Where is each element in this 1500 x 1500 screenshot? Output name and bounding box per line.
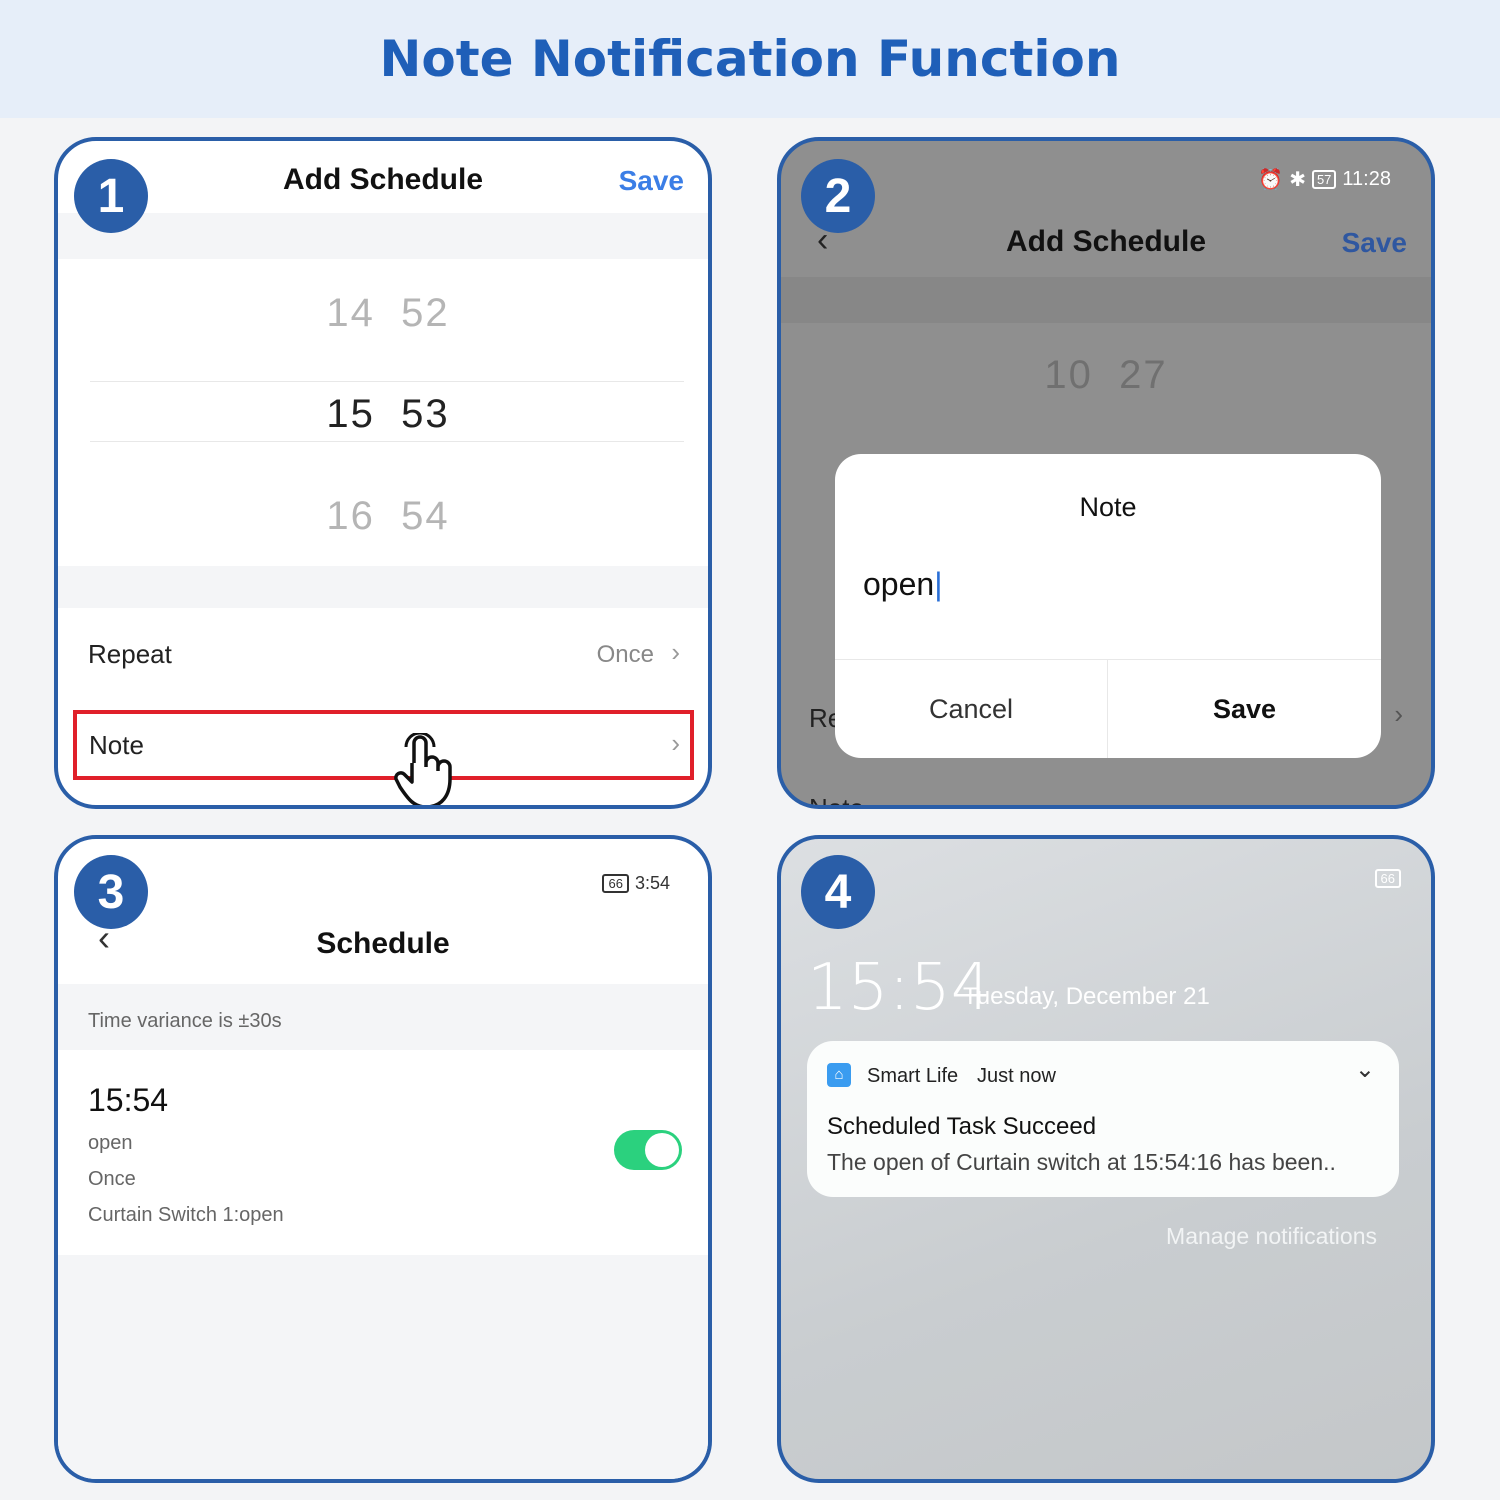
notification-title: Scheduled Task Succeed (827, 1113, 1097, 1140)
schedule-repeat: Once (88, 1168, 136, 1190)
repeat-value: Once (596, 641, 654, 668)
hour: 14 (326, 291, 375, 335)
input-value: open (863, 566, 935, 602)
note-label: Note (89, 730, 144, 760)
chevron-right-icon: › (1394, 699, 1403, 729)
picker-row[interactable]: 10 27 (781, 353, 1431, 398)
battery-icon: 57 (1311, 170, 1337, 189)
schedule-item[interactable]: 15:54 open Once Curtain Switch 1:open (58, 1050, 708, 1255)
battery-icon: 66 (602, 874, 629, 893)
divider (90, 441, 684, 442)
step-badge: 2 (801, 159, 875, 233)
step3-panel: 3 66 3:54 ‹ Schedule Time variance is ±3… (54, 835, 712, 1483)
divider-band (58, 566, 708, 608)
step2-panel: 2 ⏰ ✱ 57 11:28 ‹ Add Schedule Save 10 27 … (777, 137, 1435, 809)
minute: 53 (401, 392, 450, 436)
lock-date: Tuesday, December 21 (963, 983, 1210, 1010)
variance-text: Time variance is ±30s (88, 1010, 282, 1032)
save-button[interactable]: Save (1342, 227, 1407, 259)
repeat-row[interactable]: Repeat Once › (58, 621, 708, 691)
notification-body: The open of Curtain switch at 15:54:16 h… (827, 1149, 1336, 1175)
divider-band (58, 213, 708, 259)
banner: Note Notification Function (0, 0, 1500, 118)
step1-panel: 1 Add Schedule Save 14 52 15 53 16 54 Re… (54, 137, 712, 809)
notification-card[interactable]: ⌂ Smart Life Just now ⌄ Scheduled Task S… (807, 1041, 1399, 1197)
status-time: 11:28 (1342, 168, 1391, 190)
divider (835, 659, 1381, 660)
cancel-button[interactable]: Cancel (835, 694, 1107, 725)
app-name: Smart Life (867, 1065, 959, 1087)
dialog-save-button[interactable]: Save (1108, 694, 1381, 725)
toggle-knob (645, 1133, 679, 1167)
status-bar: 66 3:54 (602, 873, 670, 894)
battery-icon: 66 (1374, 869, 1401, 888)
minute: 52 (401, 291, 450, 335)
hand-pointer-icon (394, 733, 452, 805)
dialog-title: Note (1079, 492, 1137, 522)
schedule-note: open (88, 1132, 133, 1154)
alarm-icon: ⏰ (1258, 169, 1284, 191)
info-band: Time variance is ±30s (58, 984, 708, 1050)
chevron-right-icon: › (671, 728, 680, 758)
note-input[interactable]: open| (863, 566, 943, 603)
schedule-time: 15:54 (88, 1082, 169, 1118)
picker-row-selected[interactable]: 15 53 (58, 392, 708, 437)
note-row[interactable]: Note › (73, 710, 694, 780)
status-time: 3:54 (634, 873, 670, 893)
bluetooth-icon: ✱ (1289, 169, 1306, 191)
enable-toggle[interactable] (614, 1130, 682, 1170)
page-title: Add Schedule (282, 163, 484, 196)
divider (90, 381, 684, 382)
hour: 16 (326, 494, 375, 538)
step-badge: 4 (801, 855, 875, 929)
banner-title: Note Notification Function (379, 30, 1121, 88)
chevron-right-icon: › (671, 637, 680, 667)
note-label: Note (809, 793, 864, 809)
picker-row[interactable]: 16 54 (58, 494, 708, 539)
step-badge: 1 (74, 159, 148, 233)
picker-row[interactable]: 14 52 (58, 291, 708, 336)
note-dialog: Note open| Cancel Save (835, 454, 1381, 758)
hour: 15 (326, 392, 375, 436)
smart-life-app-icon: ⌂ (827, 1063, 851, 1087)
notification-time: Just now (977, 1065, 1056, 1087)
hour: 10 (1044, 353, 1093, 397)
schedule-action: Curtain Switch 1:open (88, 1204, 284, 1226)
page-title: Schedule (316, 927, 450, 960)
save-button[interactable]: Save (619, 165, 684, 197)
page-title: Add Schedule (1005, 225, 1207, 258)
empty-area (58, 1255, 708, 1479)
manage-notifications-link[interactable]: Manage notifications (1166, 1223, 1377, 1250)
expand-chevron-icon[interactable]: ⌄ (1355, 1055, 1375, 1084)
status-bar: ⏰ ✱ 57 11:28 (1258, 167, 1391, 192)
repeat-label: Repeat (88, 639, 172, 669)
step-badge: 3 (74, 855, 148, 929)
minute: 27 (1119, 353, 1168, 397)
divider-band (781, 277, 1431, 323)
minute: 54 (401, 494, 450, 538)
step4-panel: 4 66 15:54 Tuesday, December 21 ⌂ Smart … (777, 835, 1435, 1483)
